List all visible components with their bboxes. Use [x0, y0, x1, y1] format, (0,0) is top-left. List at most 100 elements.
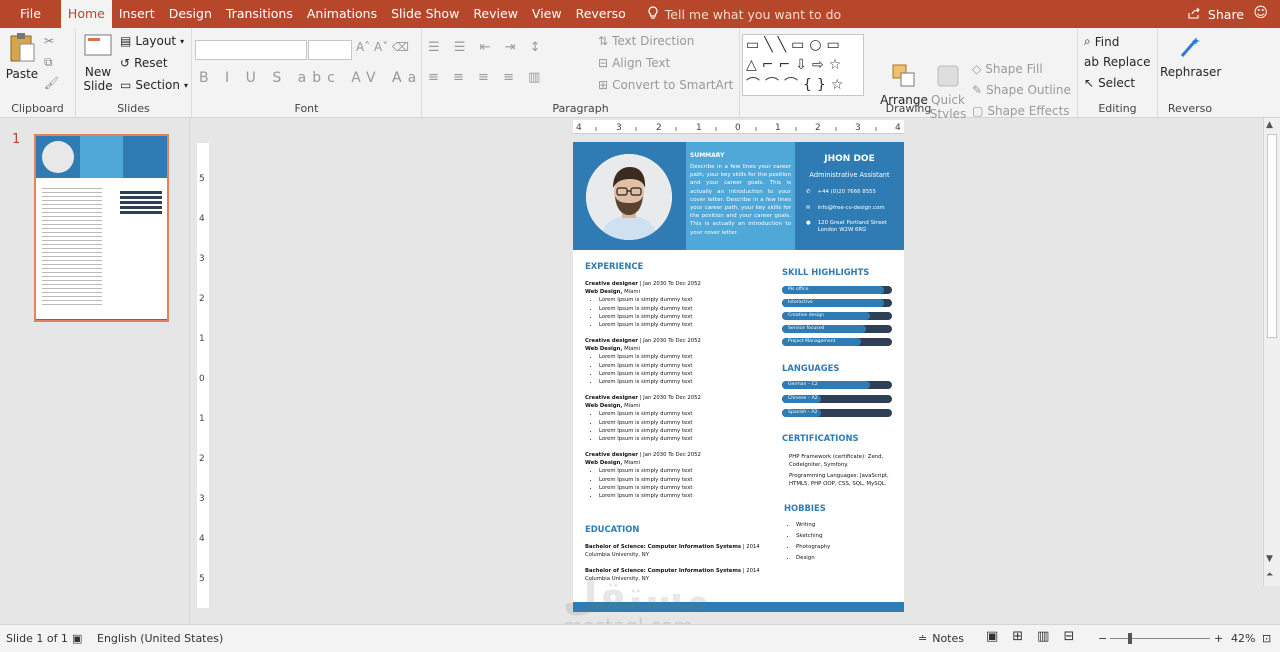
reset-button[interactable]: ↺ Reset	[120, 56, 168, 70]
svg-text:2: 2	[199, 454, 205, 464]
zoom-in-icon[interactable]: +	[1214, 632, 1223, 645]
tab-home[interactable]: Home	[60, 0, 112, 28]
skill-bar-fill: Ms office	[782, 286, 885, 294]
text-direction-button[interactable]: ⇅ Text Direction	[598, 34, 694, 48]
svg-text:5: 5	[199, 174, 205, 184]
notes-icon: ≐	[918, 632, 928, 645]
share-button[interactable]: Share	[1188, 0, 1244, 28]
cut-icon[interactable]: ✂	[44, 34, 54, 48]
format-painter-icon[interactable]: 🖌	[44, 76, 59, 90]
scroll-down-icon[interactable]: ▼	[1266, 554, 1273, 564]
tab-design[interactable]: Design	[162, 0, 219, 28]
previous-slide-icon[interactable]: ⏶	[1266, 570, 1273, 580]
zoom-slider-thumb[interactable]	[1128, 633, 1132, 644]
zoom-out-icon[interactable]: −	[1098, 632, 1107, 645]
font-grow-shrink-icons[interactable]: A˄ A˅ ⌫	[356, 40, 409, 54]
quick-styles-button[interactable]: Quick Styles	[928, 62, 968, 121]
scroll-up-icon[interactable]: ▲	[1266, 120, 1273, 130]
slide-editing-area[interactable]: 432101234 54321012345 SUMMARY Describe i…	[191, 118, 1263, 624]
editing-label: Editing	[1098, 102, 1137, 115]
svg-text:4: 4	[576, 123, 582, 133]
tab-review[interactable]: Review	[466, 0, 525, 28]
language-bar: Spanish – A2	[782, 409, 892, 417]
font-size-select[interactable]	[308, 40, 352, 60]
slides-label: Slides	[117, 102, 150, 115]
contact-email: ✉ info@free-cv-design.com	[806, 205, 885, 211]
location-pin-icon: ●	[806, 220, 811, 226]
tab-animations[interactable]: Animations	[300, 0, 384, 28]
alignment-icons[interactable]: ≡ ≡ ≡ ≡ ▥	[428, 70, 545, 85]
language-status[interactable]: English (United States)	[97, 632, 223, 645]
font-format-icons[interactable]: B I U S abc AV Aa	[199, 70, 422, 86]
font-color-icon[interactable]: A	[392, 70, 402, 86]
shape-fill-button[interactable]: ◇ Shape Fill	[972, 62, 1043, 76]
replace-button[interactable]: ab Replace	[1084, 55, 1150, 69]
fit-to-window-icon[interactable]: ⊡	[1262, 632, 1271, 645]
tell-me-box[interactable]: Tell me what you want to do	[633, 5, 841, 23]
copy-icon[interactable]: ⧉	[44, 55, 53, 70]
font-label: Font	[294, 102, 319, 115]
tab-slide-show[interactable]: Slide Show	[384, 0, 466, 28]
font-family-select[interactable]	[195, 40, 307, 60]
paste-button[interactable]: Paste	[4, 32, 40, 81]
shapes-gallery[interactable]: ▭╲╲▭○▭ △⌐⌐⇩⇨☆ ⌒⌒⌒{}☆	[742, 34, 864, 96]
svg-text:4: 4	[895, 123, 901, 133]
slide-number: 1	[12, 132, 21, 147]
skill-bar-fill: Project Management	[782, 338, 862, 346]
contact-address: ● 120 Great Portland Street London W2W 6RG	[806, 220, 887, 233]
list-indent-icons[interactable]: ☰ ☰ ⇤ ⇥ ↕	[428, 40, 546, 55]
chevron-down-icon: ▾	[183, 80, 188, 90]
language-bar-fill: Chinese – A2	[782, 395, 821, 403]
svg-text:3: 3	[855, 123, 861, 133]
tab-file[interactable]: File	[0, 0, 61, 28]
rephraser-button[interactable]: Rephraser	[1160, 34, 1221, 79]
skills-title: SKILL HIGHLIGHTS	[782, 267, 870, 277]
group-editing: ⌕ Find ab Replace ↖ Select Editing	[1078, 28, 1158, 118]
clipboard-icon	[10, 33, 35, 62]
shape-effects-button[interactable]: ▢ Shape Effects	[972, 104, 1070, 118]
scrollbar-thumb[interactable]	[1267, 134, 1277, 338]
hobbies-title: HOBBIES	[784, 503, 826, 513]
quick-styles-icon	[937, 65, 959, 87]
align-text-button[interactable]: ⊟ Align Text	[598, 56, 670, 70]
layout-button[interactable]: ▤ Layout ▾	[120, 34, 184, 48]
resume-role: Administrative Assistant	[809, 171, 890, 179]
tab-view[interactable]: View	[525, 0, 569, 28]
section-icon: ▭	[120, 78, 132, 92]
select-button[interactable]: ↖ Select	[1084, 76, 1135, 90]
new-slide-icon	[84, 34, 112, 56]
new-slide-button[interactable]: New Slide	[80, 32, 116, 93]
tab-insert[interactable]: Insert	[112, 0, 162, 28]
svg-text:1: 1	[696, 123, 702, 133]
section-button[interactable]: ▭ Section ▾	[120, 78, 188, 92]
paste-label: Paste	[5, 67, 39, 81]
convert-smartart-button[interactable]: ⊞ Convert to SmartArt	[598, 78, 733, 92]
notes-button[interactable]: ≐ Notes	[918, 632, 964, 645]
shape-outline-button[interactable]: ✎ Shape Outline	[972, 83, 1071, 97]
layout-icon: ▤	[120, 34, 132, 48]
smartart-icon: ⊞	[598, 78, 609, 92]
group-slides: New Slide ▤ Layout ▾ ↺ Reset ▭ Section ▾ Slid…	[76, 28, 192, 118]
contact-phone: ✆ +44 (0)20 7666 8555	[806, 189, 876, 195]
tab-transitions[interactable]: Transitions	[219, 0, 300, 28]
spell-check-icon[interactable]: ▣	[72, 632, 82, 645]
svg-text:1: 1	[199, 334, 205, 344]
find-button[interactable]: ⌕ Find	[1084, 34, 1119, 49]
ribbon-tab-bar: File Home Insert Design Transitions Anim…	[0, 0, 1280, 28]
view-buttons[interactable]: ▣⊞▥⊟	[986, 629, 1088, 644]
skill-bar-fill: Service focused	[782, 325, 866, 333]
arrange-button[interactable]: Arrange	[880, 62, 928, 107]
svg-text:2: 2	[656, 123, 662, 133]
group-font: A˄ A˅ ⌫ B I U S abc AV Aa A Font	[192, 28, 422, 118]
slide-1[interactable]: SUMMARY Describe in a few lines your car…	[573, 142, 904, 612]
clipboard-label: Clipboard	[11, 102, 64, 115]
feedback-smile-icon[interactable]: ☺	[1253, 5, 1268, 21]
svg-text:3: 3	[199, 254, 205, 264]
zoom-slider-track[interactable]	[1110, 638, 1210, 639]
share-icon	[1188, 7, 1202, 22]
zoom-level[interactable]: 42%	[1231, 632, 1255, 645]
tab-reverso[interactable]: Reverso	[569, 0, 633, 28]
skill-bar-fill: Interactive	[782, 299, 885, 307]
vertical-scrollbar[interactable]: ▲ ▼ ⏶	[1263, 118, 1280, 586]
slide-thumbnail-1[interactable]	[34, 134, 169, 322]
